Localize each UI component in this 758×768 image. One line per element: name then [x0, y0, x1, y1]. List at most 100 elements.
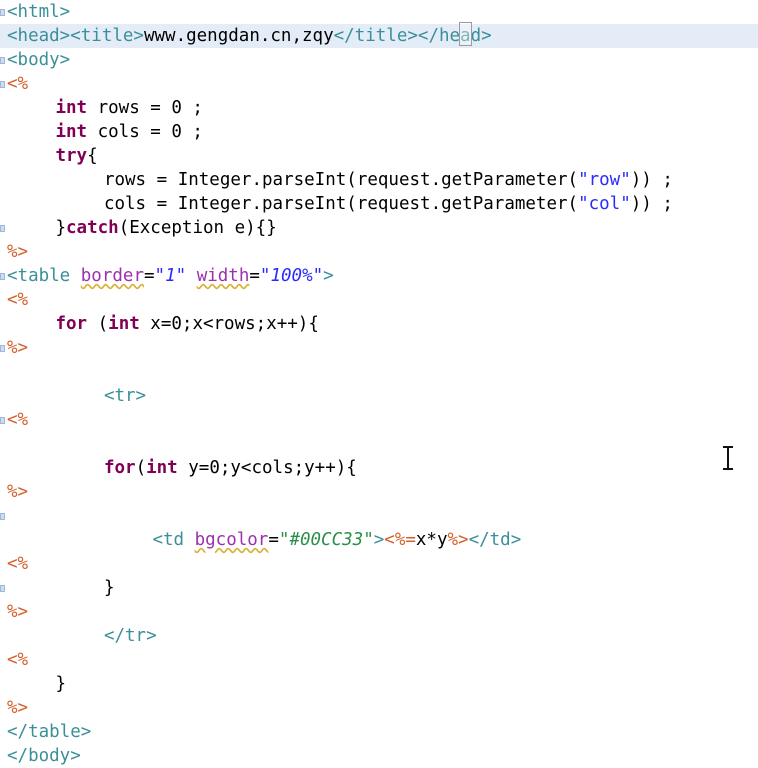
code-line[interactable]: %>: [0, 480, 758, 504]
code-line-content: <body>: [0, 48, 70, 72]
code-token-plain: =: [268, 530, 279, 550]
code-token-scriptlet: %>: [7, 602, 29, 622]
code-line-content: <head><title>www.gengdan.cn,zqy</title><…: [0, 24, 492, 48]
code-line[interactable]: %>: [0, 600, 758, 624]
code-line[interactable]: <td bgcolor="#00CC33"><%=x*y%></td>: [0, 528, 758, 552]
code-text-area[interactable]: <html> <head><title>www.gengdan.cn,zqy</t…: [0, 0, 758, 766]
code-line[interactable]: %>: [0, 336, 758, 360]
code-token-scriptlet: %>: [7, 482, 29, 502]
code-token-scriptlet: %>: [7, 698, 29, 718]
code-token-kw: int: [55, 98, 88, 118]
code-line-content: </tr>: [0, 624, 157, 648]
code-token-scriptlet: <%: [7, 410, 29, 430]
code-token-kw: for: [55, 314, 88, 334]
code-line[interactable]: }: [0, 672, 758, 696]
code-token-attr: bgcolor: [194, 530, 269, 550]
code-line-content: </table>: [0, 720, 91, 744]
code-line[interactable]: </table>: [0, 720, 758, 744]
code-line-content: }: [0, 672, 66, 696]
code-line-content: cols = Integer.parseInt(request.getParam…: [0, 192, 673, 216]
code-line[interactable]: cols = Integer.parseInt(request.getParam…: [0, 192, 758, 216]
code-token-scriptlet: %>: [447, 530, 469, 550]
code-token-attrval: "1": [154, 266, 187, 286]
code-token-scriptlet: <%=: [384, 530, 416, 550]
code-line-content: int rows = 0 ;: [0, 96, 203, 120]
code-token-plain: rows = Integer.parseInt(request.getParam…: [103, 170, 579, 190]
code-line[interactable]: <table border="1" width="100%">: [0, 264, 758, 288]
code-token-tag: <body>: [7, 50, 71, 70]
code-token-attr: width: [196, 266, 250, 286]
code-token-scriptlet: %>: [7, 338, 29, 358]
code-line[interactable]: [0, 360, 758, 384]
code-token-attrval: "100%": [259, 266, 324, 286]
code-token-plain: }: [55, 674, 67, 694]
code-line-content: int cols = 0 ;: [0, 120, 203, 144]
code-line[interactable]: %>: [0, 240, 758, 264]
code-line[interactable]: <head><title>www.gengdan.cn,zqy</title><…: [0, 24, 758, 48]
code-line[interactable]: <%: [0, 72, 758, 96]
code-token-kw: catch: [66, 218, 119, 238]
code-line[interactable]: <%: [0, 408, 758, 432]
code-token-tag: </body>: [7, 746, 81, 766]
code-line-content: %>: [0, 336, 28, 360]
code-token-scriptlet: <%: [7, 554, 29, 574]
code-token-tag: >: [373, 530, 385, 550]
code-token-tag: </td>: [468, 530, 522, 550]
code-token-kw: int: [55, 122, 88, 142]
code-token-attr: border: [80, 266, 144, 286]
code-line-content: <%: [0, 288, 28, 312]
code-token-str: "row": [578, 170, 631, 190]
code-token-plain: x=0;x<rows;x++){: [139, 314, 319, 334]
code-line[interactable]: <%: [0, 288, 758, 312]
code-token-kw: for: [103, 458, 136, 478]
code-token-kw: int: [108, 314, 140, 334]
code-line[interactable]: </tr>: [0, 624, 758, 648]
code-line[interactable]: int rows = 0 ;: [0, 96, 758, 120]
code-line[interactable]: <%: [0, 648, 758, 672]
code-line[interactable]: for(int y=0;y<cols;y++){: [0, 456, 758, 480]
code-line[interactable]: <body>: [0, 48, 758, 72]
code-line[interactable]: try{: [0, 144, 758, 168]
code-token-kw: int: [146, 458, 178, 478]
code-line-content: <%: [0, 648, 28, 672]
code-line[interactable]: <%: [0, 552, 758, 576]
code-line-content: <tr>: [0, 384, 146, 408]
code-line[interactable]: <html>: [0, 0, 758, 24]
code-line[interactable]: for (int x=0;x<rows;x++){: [0, 312, 758, 336]
code-line-content: %>: [0, 600, 28, 624]
code-line[interactable]: [0, 432, 758, 456]
code-line-content: <td bgcolor="#00CC33"><%=x*y%></td>: [0, 528, 521, 552]
code-token-tag: </table>: [7, 722, 92, 742]
code-line-content: %>: [0, 480, 28, 504]
code-token-scriptlet: <%: [7, 74, 29, 94]
code-line[interactable]: }: [0, 576, 758, 600]
code-line-content: rows = Integer.parseInt(request.getParam…: [0, 168, 673, 192]
code-line[interactable]: rows = Integer.parseInt(request.getParam…: [0, 168, 758, 192]
code-line[interactable]: }catch(Exception e){}: [0, 216, 758, 240]
code-line[interactable]: <tr>: [0, 384, 758, 408]
code-token-str: "col": [578, 194, 631, 214]
code-token-plain: (Exception e){}: [118, 218, 277, 238]
code-token-scriptlet: <%: [7, 650, 29, 670]
code-token-tag: <html>: [7, 2, 71, 22]
code-line-content: <%: [0, 72, 28, 96]
code-editor[interactable]: <html> <head><title>www.gengdan.cn,zqy</t…: [0, 0, 758, 766]
code-token-scriptlet: %>: [7, 242, 29, 262]
code-line[interactable]: [0, 504, 758, 528]
code-token-tag: </title></head>: [333, 26, 492, 46]
code-token-plain: www.gengdan.cn,zqy: [143, 26, 334, 46]
code-line[interactable]: int cols = 0 ;: [0, 120, 758, 144]
code-token-scriptlet: <%: [7, 290, 29, 310]
code-token-tag: <head><title>: [7, 26, 144, 46]
code-token-tag: <td: [152, 530, 195, 550]
code-line[interactable]: </body>: [0, 744, 758, 768]
code-token-plain: (: [135, 458, 147, 478]
code-line-content: </body>: [0, 744, 81, 768]
code-token-plain: }: [103, 578, 115, 598]
code-token-plain: {: [87, 146, 98, 166]
code-token-plain: y=0;y<cols;y++){: [177, 458, 357, 478]
code-line-content: for (int x=0;x<rows;x++){: [0, 312, 319, 336]
code-token-tag: >: [323, 266, 334, 286]
code-token-plain: =: [249, 266, 260, 286]
